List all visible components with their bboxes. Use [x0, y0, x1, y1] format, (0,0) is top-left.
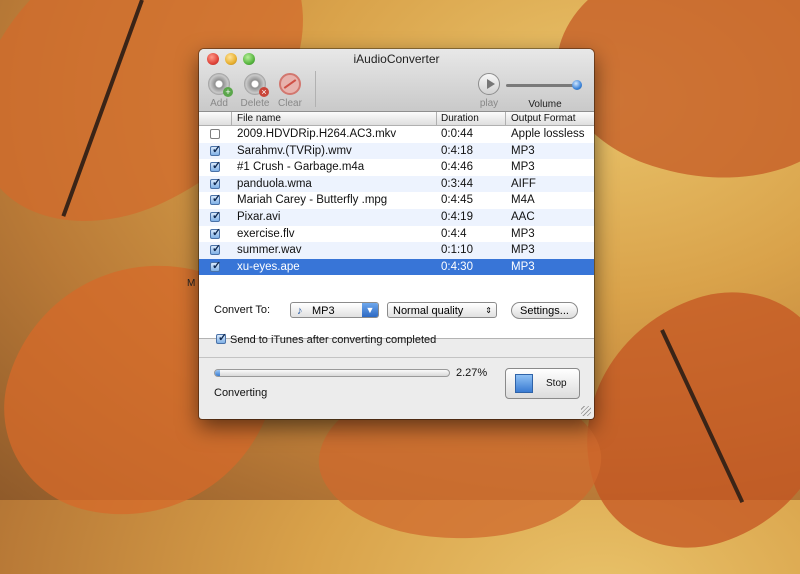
remove-icon: ×: [259, 87, 269, 97]
table-row[interactable]: 2009.HDVDRip.H264.AC3.mkv 0:0:44 Apple los…: [199, 126, 594, 143]
convert-to-label: Convert To:: [214, 304, 271, 316]
format-cell: MP3: [511, 260, 535, 273]
row-checkbox[interactable]: [210, 159, 221, 173]
delete-disc-icon: ×: [244, 73, 269, 97]
format-select[interactable]: ♪ MP3 ▼: [290, 302, 379, 318]
volume-knob[interactable]: [572, 80, 582, 90]
file-name-cell: Pixar.avi: [237, 210, 281, 223]
add-label: Add: [210, 98, 228, 109]
progress-fill: [215, 370, 221, 376]
row-checkbox[interactable]: [210, 226, 221, 239]
status-text: Converting: [214, 387, 268, 399]
window-title: iAudioConverter: [353, 52, 440, 66]
duration-cell: 0:4:4: [441, 227, 467, 240]
send-to-itunes-label: Send to iTunes after converting complete…: [230, 334, 437, 346]
row-checkbox[interactable]: [210, 209, 221, 222]
duration-cell: 0:4:45: [441, 194, 473, 207]
column-divider: [436, 112, 437, 125]
progress-bar: [214, 369, 450, 377]
stop-button[interactable]: Stop: [505, 368, 580, 399]
quality-value: Normal quality: [393, 305, 464, 317]
quality-select[interactable]: Normal quality ⇕: [387, 302, 497, 318]
table-row[interactable]: panduola.wma 0:3:44 AIFF: [199, 175, 594, 193]
file-name-cell: 2009.HDVDRip.H264.AC3.mkv: [237, 128, 397, 140]
column-header-filename[interactable]: File name: [237, 113, 281, 124]
table-row[interactable]: Mariah Carey - Butterfly .mpg 0:4:45 M4A: [199, 192, 594, 209]
row-checkbox[interactable]: [210, 176, 221, 189]
duration-cell: 0:4:46: [441, 161, 473, 174]
file-name-cell: panduola.wma: [237, 177, 312, 190]
plus-icon: +: [223, 87, 233, 97]
format-cell: M4A: [511, 194, 535, 207]
format-value: MP3: [312, 305, 335, 317]
row-checkbox[interactable]: [210, 129, 220, 139]
title-bar[interactable]: iAudioConverter + Add × Delete Clear pla…: [199, 49, 594, 112]
app-window: iAudioConverter + Add × Delete Clear pla…: [199, 49, 594, 419]
clear-button[interactable]: Clear: [270, 73, 310, 109]
format-cell: AAC: [511, 210, 535, 223]
volume-label: Volume: [528, 99, 562, 110]
stop-icon: [515, 374, 533, 393]
table-row[interactable]: xu-eyes.ape 0:4:30 MP3: [199, 258, 594, 276]
stop-label: Stop: [546, 378, 567, 389]
file-name-cell: Sarahmv.(TVRip).wmv: [237, 144, 352, 157]
add-disc-icon: +: [208, 73, 233, 97]
table-row[interactable]: Pixar.avi 0:4:19 AAC: [199, 208, 594, 226]
row-checkbox[interactable]: [210, 259, 221, 272]
send-to-itunes-checkbox[interactable]: [216, 331, 227, 344]
row-checkbox[interactable]: [210, 242, 221, 256]
format-cell: MP3: [511, 161, 535, 174]
row-checkbox[interactable]: [210, 143, 221, 156]
format-cell: MP3: [511, 244, 535, 257]
column-header-format[interactable]: Output Format: [511, 113, 575, 124]
add-button[interactable]: + Add: [199, 73, 239, 109]
duration-cell: 0:4:18: [441, 144, 473, 157]
column-header-duration[interactable]: Duration: [441, 113, 479, 124]
file-name-cell: summer.wav: [237, 244, 302, 257]
format-cell: MP3: [511, 144, 535, 157]
format-cell: AIFF: [511, 177, 536, 190]
file-name-cell: Mariah Carey - Butterfly .mpg: [237, 194, 388, 207]
table-row[interactable]: exercise.flv 0:4:4 MP3: [199, 226, 594, 243]
toolbar-separator: [315, 71, 316, 107]
play-label: play: [479, 98, 499, 109]
table-header: File name Duration Output Format: [199, 112, 594, 126]
settings-button[interactable]: Settings...: [511, 302, 578, 319]
format-cell: MP3: [511, 227, 535, 240]
duration-cell: 0:1:10: [441, 244, 473, 257]
resize-grip-icon[interactable]: [581, 406, 591, 416]
progress-percent: 2.27%: [456, 367, 488, 379]
play-button[interactable]: play: [469, 73, 509, 109]
file-name-cell: exercise.flv: [237, 227, 295, 240]
table-row[interactable]: Sarahmv.(TVRip).wmv 0:4:18 MP3: [199, 142, 594, 160]
file-name-cell: xu-eyes.ape: [237, 260, 300, 273]
desktop-icon-label[interactable]: M: [187, 278, 195, 289]
column-divider: [505, 112, 506, 125]
no-entry-icon: [279, 73, 301, 95]
chevron-down-icon: ▼: [362, 303, 378, 317]
column-divider: [231, 112, 232, 125]
delete-label: Delete: [240, 98, 270, 109]
table-row[interactable]: #1 Crush - Garbage.m4a 0:4:46 MP3: [199, 159, 594, 176]
play-icon: [478, 73, 500, 95]
duration-cell: 0:3:44: [441, 177, 473, 190]
duration-cell: 0:0:44: [441, 128, 473, 140]
duration-cell: 0:4:19: [441, 210, 473, 223]
file-name-cell: #1 Crush - Garbage.m4a: [237, 161, 365, 174]
updown-arrows-icon: ⇕: [485, 306, 492, 315]
volume-slider[interactable]: [506, 84, 580, 87]
delete-button[interactable]: × Delete: [235, 73, 275, 109]
duration-cell: 0:4:30: [441, 260, 473, 273]
row-checkbox[interactable]: [210, 192, 221, 206]
music-note-icon: ♪: [297, 305, 303, 317]
table-row[interactable]: summer.wav 0:1:10 MP3: [199, 242, 594, 259]
clear-label: Clear: [278, 98, 302, 109]
format-cell: Apple lossless: [511, 128, 585, 140]
divider: [199, 357, 594, 358]
table-body: 2009.HDVDRip.H264.AC3.mkv 0:0:44 Apple los…: [199, 126, 594, 276]
